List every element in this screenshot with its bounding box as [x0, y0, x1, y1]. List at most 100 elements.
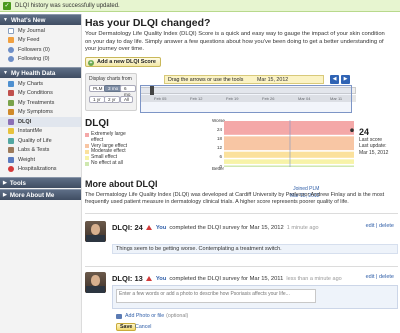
expand-arrow-icon: ▶: [3, 192, 7, 198]
sidebar-item-hospitalizations[interactable]: Hospitalizations: [0, 165, 81, 175]
flash-message: DLQI history was successfully updated.: [15, 2, 120, 9]
note-input-box: [112, 285, 398, 309]
last-update-date: Mar 15, 2012: [359, 149, 389, 156]
timeline-drag-handle[interactable]: [150, 86, 154, 95]
success-flash: ✓ DLQI history was successfully updated.: [0, 0, 400, 12]
save-button[interactable]: Save: [116, 323, 137, 331]
entry-timestamp: less than a minute ago: [286, 275, 342, 282]
check-icon: ✓: [3, 1, 11, 10]
sidebar-item-followers[interactable]: Followers (0): [0, 45, 81, 55]
chart-band: [224, 121, 354, 135]
add-photo-link[interactable]: Add Photo or file (optional): [116, 313, 188, 319]
collapse-arrow-icon: ▼: [3, 70, 8, 76]
sidebar-item-labs[interactable]: Labs & Tests: [0, 146, 81, 156]
sidebar-item-following[interactable]: Following (0): [0, 55, 81, 65]
timeline-hint: Drag the arrows or use the tools Mar 15,…: [164, 75, 324, 84]
plus-icon: +: [88, 59, 94, 66]
entry-timestamp: 1 minute ago: [286, 224, 319, 231]
timeline-forward-arrow-icon[interactable]: ▶: [341, 75, 350, 84]
feed-icon: [8, 37, 14, 44]
entry-message: completed the DLQI survey for Mar 15, 20…: [169, 275, 284, 282]
last-score-box: 24 Last score Last update: Mar 15, 2012: [359, 127, 388, 156]
timeline-date: Mar 15, 2012: [257, 77, 289, 83]
note-textarea[interactable]: [116, 289, 316, 303]
cancel-link[interactable]: Cancel: [135, 324, 152, 330]
section-more-about-me[interactable]: ▶ More About Me: [0, 189, 81, 200]
y-label-worse: Worse: [212, 118, 225, 123]
collapse-arrow-icon: ▼: [3, 17, 8, 23]
legend-swatch: [85, 132, 89, 137]
avatar[interactable]: [85, 272, 106, 293]
sidebar: ▼ What's New My Journal My Feed Followers…: [0, 14, 82, 333]
chart-band: [224, 165, 354, 167]
following-icon: [8, 56, 14, 63]
dlqi-chart: Worse 24 18 12 6 0 Better Joined PLM Mar 15,…: [140, 118, 356, 199]
timeline-back-arrow-icon[interactable]: ◀: [330, 75, 339, 84]
journal-icon: [8, 27, 14, 34]
chart-band: [224, 136, 354, 151]
data-point[interactable]: [350, 128, 354, 132]
trend-up-icon: [145, 276, 152, 281]
instantme-icon: [8, 128, 14, 135]
symptoms-icon: [8, 109, 14, 116]
timeline-navigator: Drag the arrows or use the tools Mar 15,…: [140, 75, 356, 113]
sidebar-item-weight[interactable]: Weight: [0, 155, 81, 165]
camera-icon: [116, 313, 122, 319]
entry-message: completed the DLQI survey for Mar 15, 20…: [169, 224, 284, 231]
legend-item: Extremely large effect: [85, 131, 137, 144]
journal-entry: DLQI: 24 You completed the DLQI survey f…: [85, 213, 398, 263]
section-whats-new[interactable]: ▼ What's New: [0, 14, 81, 25]
dlqi-icon: [8, 118, 14, 125]
delete-link[interactable]: delete: [379, 223, 394, 229]
sidebar-item-conditions[interactable]: My Conditions: [0, 89, 81, 99]
entry-user-link[interactable]: You: [156, 225, 167, 231]
treatments-icon: [8, 99, 14, 106]
y-tick-label: 6: [219, 154, 222, 160]
sidebar-item-journal[interactable]: My Journal: [0, 26, 81, 36]
intro-text: Your Dermatology Life Quality Index (DLQ…: [85, 31, 385, 53]
edit-link[interactable]: edit: [366, 223, 375, 229]
section-tools[interactable]: ▶ Tools: [0, 177, 81, 188]
sidebar-item-symptoms[interactable]: My Symptoms: [0, 108, 81, 118]
avatar[interactable]: [85, 221, 106, 242]
trend-up-icon: [145, 225, 152, 230]
chart-band: [224, 159, 354, 164]
entry-score: DLQI: 24: [112, 223, 143, 232]
dlqi-plot: [224, 120, 354, 167]
legend-swatch: [85, 155, 89, 160]
legend-swatch: [85, 161, 89, 166]
entry-user-link[interactable]: You: [156, 276, 167, 282]
more-about-dlqi-heading: More about DLQI: [85, 179, 158, 189]
display-range-label: Display charts from: [89, 76, 132, 82]
sidebar-item-dlqi[interactable]: DLQI: [0, 117, 81, 127]
last-score-value: 24: [359, 127, 370, 137]
delete-link[interactable]: delete: [379, 274, 394, 280]
display-range-box: Display charts from PLM 3 mo 6 mo 1 yr 2…: [85, 73, 137, 111]
section-my-health-data[interactable]: ▼ My Health Data: [0, 67, 81, 78]
edit-link[interactable]: edit: [366, 274, 375, 280]
followers-icon: [8, 46, 14, 53]
range-1yr-button[interactable]: 1 yr: [89, 96, 105, 103]
sidebar-item-treatments[interactable]: My Treatments: [0, 98, 81, 108]
timeline-window[interactable]: [140, 85, 352, 113]
dlqi-legend: Extremely large effect Very large effect…: [85, 131, 137, 167]
journal-entry: DLQI: 13 You completed the DLQI survey f…: [85, 266, 398, 333]
main-content: Has your DLQI changed? Your Dermatology …: [85, 14, 400, 333]
labs-icon: [8, 147, 14, 154]
y-tick-label: 24: [216, 126, 222, 132]
entry-score: DLQI: 13: [112, 274, 143, 283]
range-6mo-button[interactable]: 6 mo: [120, 85, 136, 97]
sidebar-item-quality-of-life[interactable]: Quality of Life: [0, 136, 81, 146]
sidebar-item-instantme[interactable]: InstantMe: [0, 127, 81, 137]
sidebar-item-charts[interactable]: My Charts: [0, 79, 81, 89]
legend-swatch: [85, 150, 89, 155]
dlqi-heading: DLQI: [85, 118, 109, 129]
range-2yr-button[interactable]: 2 yr: [104, 96, 120, 103]
add-dlqi-score-button[interactable]: + Add a new DLQI Score: [85, 57, 161, 67]
range-all-button[interactable]: All: [120, 96, 134, 103]
legend-item: No effect at all: [85, 160, 137, 167]
chart-band: [224, 151, 354, 158]
y-tick-label: 18: [216, 135, 222, 141]
charts-icon: [8, 80, 14, 87]
sidebar-item-feed[interactable]: My Feed: [0, 36, 81, 46]
